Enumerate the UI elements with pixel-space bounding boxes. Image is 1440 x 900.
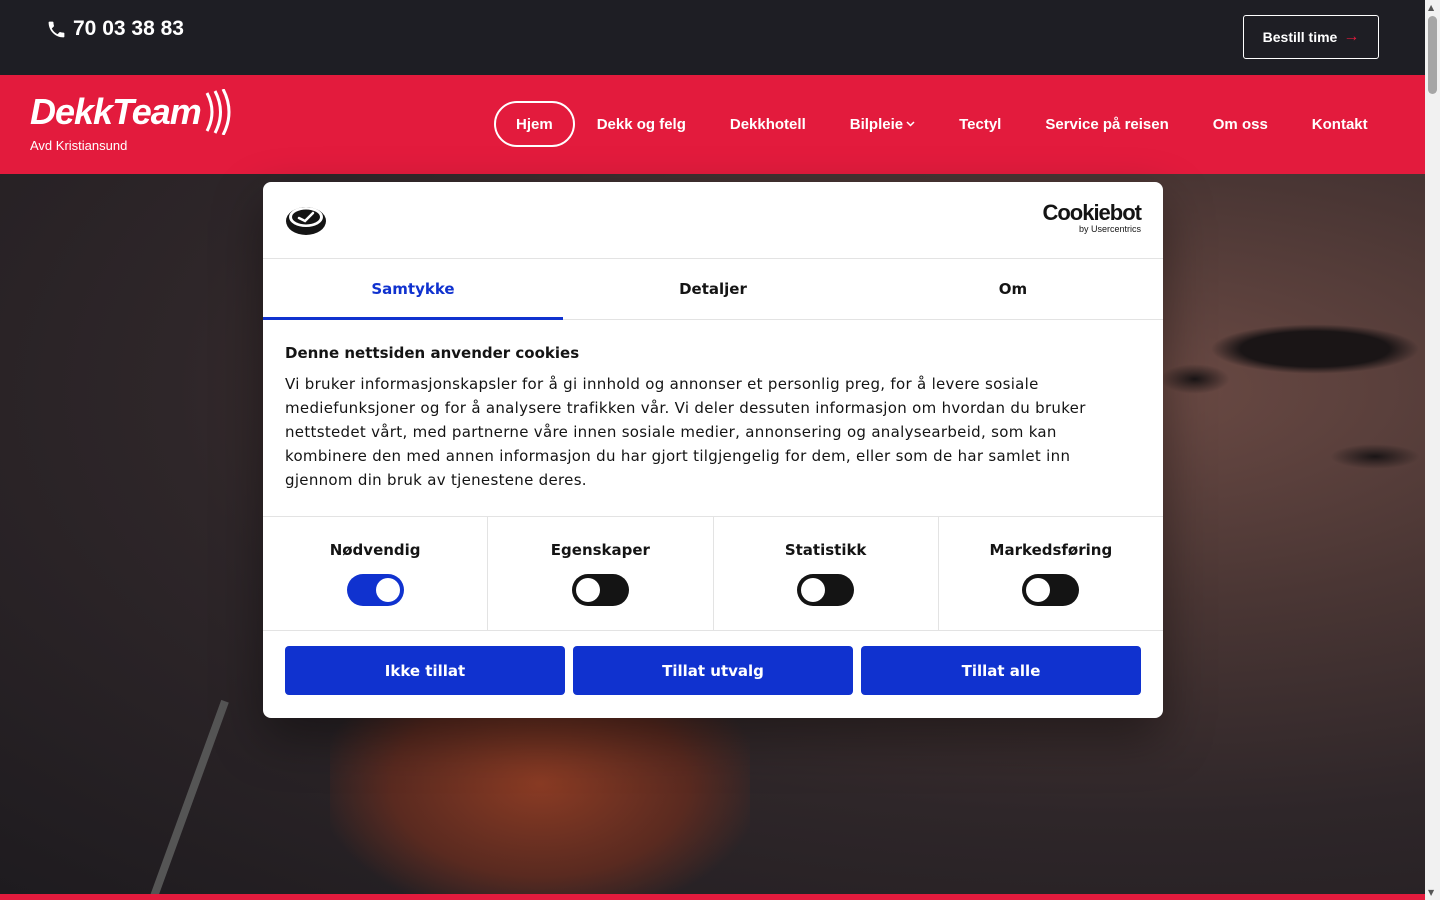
cookie-consent-dialog: Cookiebot by Usercentrics Samtykke Detal… [263,182,1163,718]
dialog-description: Vi bruker informasjonskapsler for å gi i… [285,375,1086,489]
top-bar: 70 03 38 83 Bestill time → [0,0,1425,75]
scroll-thumb[interactable] [1428,16,1437,94]
nav-item-bilpleie[interactable]: Bilpleie [828,101,937,147]
phone-icon [48,21,65,37]
hero-rocks [1330,444,1420,469]
toggle-label: Egenskaper [550,541,650,559]
hero-road [139,699,229,894]
allow-all-button[interactable]: Tillat alle [861,646,1141,695]
nav-item-kontakt[interactable]: Kontakt [1290,101,1390,147]
toggle-label: Nødvendig [329,541,421,559]
consent-toggles: Nødvendig Egenskaper Statistikk Markedsf… [263,517,1163,631]
toggle-group-statistikk: Statistikk [714,517,939,630]
book-appointment-label: Bestill time [1262,29,1338,45]
arrow-right-icon: → [1343,28,1360,45]
cookiebot-brand-name: Cookiebot [1042,200,1142,225]
logo-waves-icon [205,89,231,135]
toggle-label: Markedsføring [989,541,1113,559]
toggle-knob [1026,578,1051,602]
nav-menu: Hjem Dekk og felg Dekkhotell Bilpleie Te… [494,101,1390,147]
hero-rocks [1160,364,1230,394]
nav-item-hjem[interactable]: Hjem [494,101,575,147]
tab-detaljer[interactable]: Detaljer [563,259,863,319]
page-scrollbar[interactable]: ▲ ▼ [1425,0,1440,900]
nav-item-dekkhotell[interactable]: Dekkhotell [708,101,828,147]
nav-item-service-pa-reisen[interactable]: Service på reisen [1023,101,1190,147]
hero-rocks [1210,324,1420,374]
nav-item-tectyl[interactable]: Tectyl [937,101,1023,147]
book-appointment-button[interactable]: Bestill time → [1243,15,1379,59]
toggle-knob [575,578,600,602]
cookiebot-logo-icon [286,207,326,235]
toggle-group-egenskaper: Egenskaper [488,517,714,630]
logo-wordmark: DekkTeam [30,89,235,135]
toggle-statistikk[interactable] [797,574,855,606]
tab-samtykke[interactable]: Samtykke [263,259,563,320]
toggle-label: Statistikk [784,541,867,559]
nav-item-dekk-og-felg[interactable]: Dekk og felg [575,101,708,147]
allow-selection-button[interactable]: Tillat utvalg [573,646,853,695]
logo[interactable]: DekkTeam Avd Kristiansund [30,89,235,153]
chevron-down-icon [906,121,915,127]
toggle-nodvendig[interactable] [346,574,404,606]
toggle-egenskaper[interactable] [571,574,629,606]
dialog-header: Cookiebot by Usercentrics [263,182,1163,259]
dialog-body: Denne nettsiden anvender cookies Vi bruk… [263,320,1163,517]
branch-subtitle: Avd Kristiansund [30,138,128,153]
bottom-accent-strip [0,894,1425,900]
scroll-down-icon[interactable]: ▼ [1428,888,1434,897]
phone-number: 70 03 38 83 [73,17,184,40]
toggle-group-markedsforing: Markedsføring [939,517,1163,630]
tab-om[interactable]: Om [863,259,1163,319]
deny-button[interactable]: Ikke tillat [285,646,565,695]
dialog-buttons: Ikke tillat Tillat utvalg Tillat alle [263,631,1163,710]
nav-item-om-oss[interactable]: Om oss [1191,101,1290,147]
dialog-heading: Denne nettsiden anvender cookies [285,344,580,362]
phone-link[interactable]: 70 03 38 83 [46,17,184,41]
toggle-group-nodvendig: Nødvendig [263,517,489,630]
toggle-knob [801,578,826,602]
cookiebot-brand-sub: by Usercentrics [1078,224,1141,234]
toggle-knob [375,578,400,602]
cookiebot-brand[interactable]: Cookiebot by Usercentrics [1042,200,1142,235]
logo-text: DekkTeam [30,91,202,132]
toggle-markedsforing[interactable] [1022,574,1080,606]
dialog-tabs: Samtykke Detaljer Om [263,259,1163,320]
scroll-up-icon[interactable]: ▲ [1428,3,1434,12]
main-navbar: DekkTeam Avd Kristiansund Hjem Dekk og f… [0,75,1425,174]
